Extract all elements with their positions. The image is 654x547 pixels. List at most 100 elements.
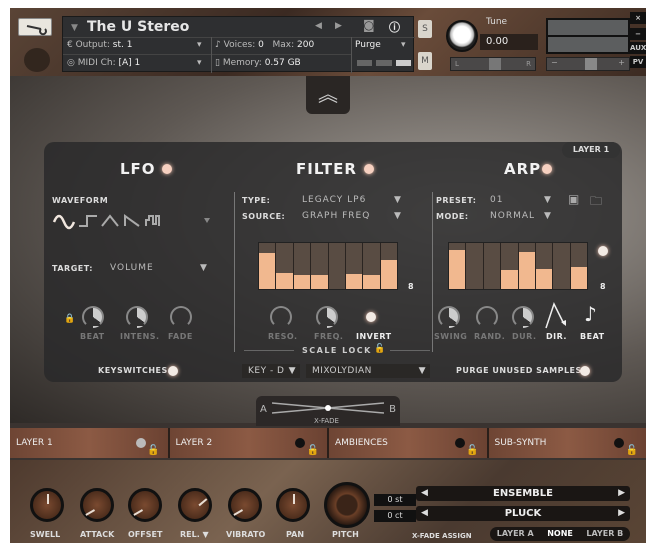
collapse-chevron-icon[interactable]: ︽ — [306, 76, 350, 114]
midi-channel-field[interactable]: ◎ MIDI Ch: [A] 1 ▾ — [67, 58, 202, 68]
mode-dropdown[interactable]: NORMAL — [490, 211, 535, 221]
xfade-none[interactable]: NONE — [547, 527, 573, 541]
volume-slider[interactable]: − + — [546, 57, 630, 71]
aux-button[interactable]: AUX — [630, 42, 646, 54]
key-dropdown[interactable]: KEY - D ▼ — [242, 364, 300, 378]
lfo-power-toggle[interactable] — [162, 164, 172, 174]
wrench-icon[interactable] — [18, 18, 52, 36]
pan-slider[interactable]: LR — [450, 57, 536, 71]
tab-sub-synth[interactable]: SUB-SYNTH 🔓 — [488, 428, 646, 458]
tab-layer-1[interactable]: LAYER 1 🔓 — [10, 428, 168, 458]
prev-arrow-icon[interactable]: ◀ — [421, 506, 428, 521]
preset-selector-1[interactable]: ◀ ENSEMBLE ▶ — [416, 486, 630, 501]
layer-enabled-toggle[interactable] — [135, 438, 146, 448]
step-cell[interactable] — [380, 243, 397, 289]
filter-step-graph[interactable] — [258, 242, 398, 290]
layer-enabled-toggle[interactable] — [454, 438, 465, 448]
prev-arrow-icon[interactable]: ◀ — [421, 486, 428, 501]
chevron-down-icon[interactable]: ▼ — [544, 195, 551, 205]
next-instrument-icon[interactable]: ▶ — [335, 21, 342, 31]
chevron-down-icon[interactable]: ▼ — [544, 211, 551, 221]
tune-value[interactable]: 0.00 — [480, 34, 538, 50]
waveform-selector[interactable] — [52, 210, 222, 230]
close-icon[interactable]: × — [630, 12, 646, 24]
arp-graph-toggle[interactable] — [598, 246, 608, 256]
xfade-slider[interactable]: A B X-FADE — [256, 396, 400, 426]
target-dropdown[interactable]: VOLUME — [110, 263, 154, 273]
xfade-layer-b[interactable]: LAYER B — [586, 527, 623, 541]
step-cell[interactable] — [345, 243, 364, 289]
layer-enabled-toggle[interactable] — [295, 438, 305, 448]
tune-knob[interactable] — [446, 20, 478, 52]
chevron-down-icon[interactable]: ▼ — [71, 23, 78, 33]
preset-dropdown[interactable]: 01 — [490, 195, 503, 205]
offset-knob[interactable] — [128, 488, 162, 522]
step-cell[interactable] — [466, 243, 484, 289]
frequency-knob[interactable] — [316, 306, 338, 328]
mute-button[interactable]: M — [418, 52, 432, 70]
save-icon[interactable]: ▣ — [568, 192, 579, 206]
keyswitches-toggle[interactable] — [168, 366, 178, 376]
unlock-icon[interactable]: 🔓 — [374, 344, 385, 354]
preset-selector-2[interactable]: ◀ PLUCK ▶ — [416, 506, 630, 521]
random-knob[interactable] — [476, 306, 498, 328]
tab-layer-2[interactable]: LAYER 2 🔓 — [169, 428, 327, 458]
tab-ambiences[interactable]: AMBIENCES 🔓 — [329, 428, 487, 458]
next-arrow-icon[interactable]: ▶ — [618, 506, 625, 521]
step-cell[interactable] — [329, 243, 346, 289]
chevron-down-icon[interactable]: ▼ — [200, 263, 207, 273]
release-knob[interactable] — [178, 488, 212, 522]
resonance-knob[interactable] — [270, 306, 292, 328]
cent-readout[interactable]: 0 ct — [374, 510, 416, 522]
xfade-layer-a[interactable]: LAYER A — [497, 527, 534, 541]
pitch-knob[interactable] — [324, 482, 370, 528]
beat-knob[interactable] — [82, 306, 104, 328]
chevron-down-icon[interactable]: ▼ — [394, 211, 401, 221]
scale-mode-dropdown[interactable]: MIXOLYDIAN ▼ — [306, 364, 430, 378]
invert-toggle[interactable] — [366, 312, 376, 322]
attack-knob[interactable] — [80, 488, 114, 522]
arp-step-graph[interactable] — [448, 242, 588, 290]
step-cell[interactable] — [501, 243, 519, 289]
folder-icon[interactable]: 🗀 — [590, 192, 602, 213]
info-icon[interactable]: ⓘ — [389, 19, 400, 35]
minimize-icon[interactable]: − — [630, 28, 646, 40]
note-icon[interactable]: ♪ — [584, 302, 597, 326]
pan-knob[interactable] — [276, 488, 310, 522]
swing-knob[interactable] — [438, 306, 460, 328]
layer-enabled-toggle[interactable] — [614, 438, 624, 448]
solo-button[interactable]: S — [418, 20, 432, 38]
step-cell[interactable] — [535, 243, 554, 289]
step-cell[interactable] — [259, 243, 277, 289]
release-label[interactable]: REL. ▼ — [180, 530, 209, 539]
step-cell[interactable] — [518, 243, 536, 289]
next-arrow-icon[interactable]: ▶ — [618, 486, 625, 501]
swell-knob[interactable] — [30, 488, 64, 522]
step-cell[interactable] — [570, 243, 587, 289]
purge-dropdown[interactable]: Purge ▾ — [355, 40, 406, 50]
instrument-name[interactable]: The U Stereo — [87, 19, 189, 35]
step-cell[interactable] — [311, 243, 329, 289]
camera-icon[interactable]: ◙ — [363, 18, 375, 32]
arp-power-toggle[interactable] — [542, 164, 552, 174]
direction-icon[interactable] — [544, 302, 570, 330]
intensity-knob[interactable] — [126, 306, 148, 328]
step-cell[interactable] — [363, 243, 381, 289]
chevron-down-icon[interactable]: ▼ — [394, 195, 401, 205]
purge-unused-toggle[interactable] — [580, 366, 590, 376]
lock-icon[interactable]: 🔒 — [64, 314, 75, 324]
step-cell[interactable] — [276, 243, 294, 289]
step-cell[interactable] — [484, 243, 502, 289]
step-cell[interactable] — [553, 243, 571, 289]
step-cell[interactable] — [293, 243, 312, 289]
filter-power-toggle[interactable] — [364, 164, 374, 174]
duration-knob[interactable] — [512, 306, 534, 328]
vibrato-knob[interactable] — [228, 488, 262, 522]
pv-button[interactable]: PV — [630, 56, 646, 68]
semitone-readout[interactable]: 0 st — [374, 494, 416, 506]
fade-knob[interactable] — [170, 306, 192, 328]
step-cell[interactable] — [449, 243, 467, 289]
prev-instrument-icon[interactable]: ◀ — [315, 21, 322, 31]
output-field[interactable]: € Output: st. 1 ▾ — [67, 40, 202, 50]
filter-source-dropdown[interactable]: GRAPH FREQ — [302, 211, 370, 221]
